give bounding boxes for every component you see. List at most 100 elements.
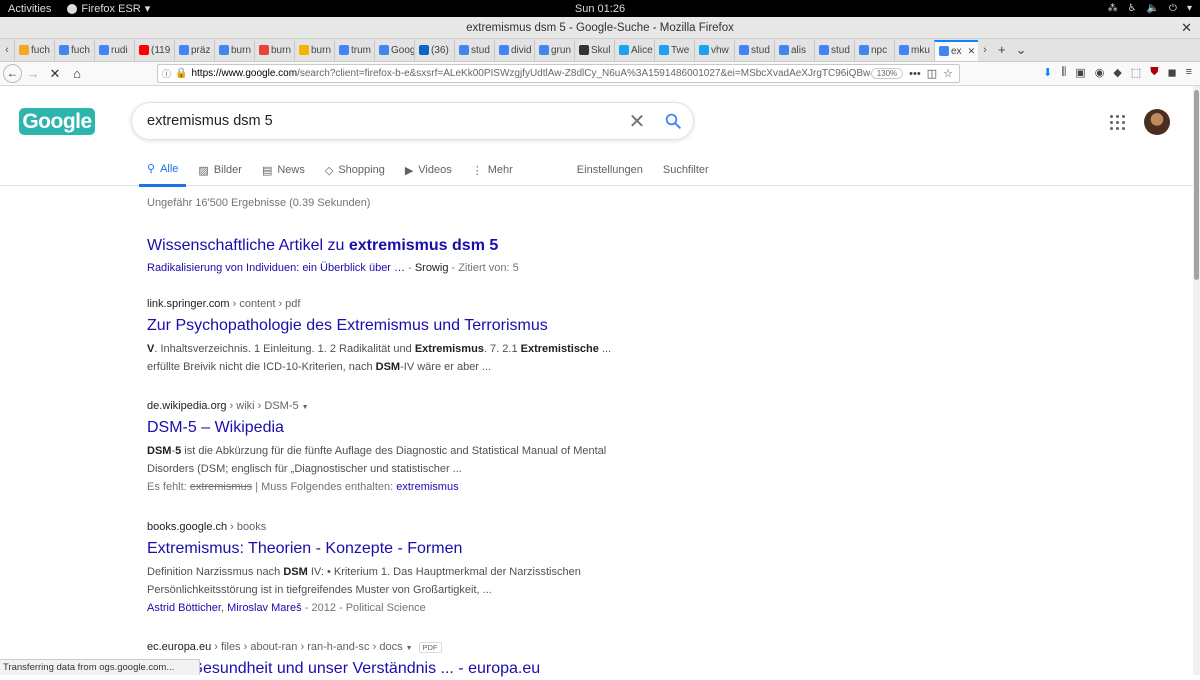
search-tab-shopping[interactable]: ◇Shopping xyxy=(317,158,393,187)
browser-tab[interactable]: mku xyxy=(894,40,934,61)
browser-tab[interactable]: (36) xyxy=(414,40,454,61)
search-icon[interactable] xyxy=(653,112,693,130)
tab-scroll-right-icon[interactable]: › xyxy=(978,44,992,56)
zoom-indicator[interactable]: 130% xyxy=(871,68,903,79)
browser-tab[interactable]: Twe xyxy=(654,40,694,61)
tab-label: stud xyxy=(831,45,850,56)
search-tab-bilder[interactable]: ▨Bilder xyxy=(190,158,250,187)
favicon-icon xyxy=(899,45,909,55)
stop-loading-icon[interactable]: ✕ xyxy=(44,66,66,82)
tab-label: stud xyxy=(751,45,770,56)
browser-tab[interactable]: burn xyxy=(214,40,254,61)
browser-tab[interactable]: stud xyxy=(814,40,854,61)
clock[interactable]: Sun 01:26 xyxy=(575,3,625,15)
pocket-icon[interactable]: ◫ xyxy=(927,67,937,80)
back-icon[interactable]: ← xyxy=(3,64,22,83)
search-box[interactable]: ✕ xyxy=(131,102,694,140)
favicon-icon xyxy=(339,45,349,55)
forward-icon[interactable]: → xyxy=(22,66,44,81)
browser-tab[interactable]: Alice xyxy=(614,40,654,61)
scholar-link[interactable]: Radikalisierung von Individuen: ein Über… xyxy=(147,262,405,274)
sidebar-icon[interactable]: ▣ xyxy=(1075,66,1085,79)
caret-down-icon[interactable]: ▼ xyxy=(406,645,413,652)
browser-tab[interactable]: (119 xyxy=(134,40,174,61)
browser-tab[interactable]: präz xyxy=(174,40,214,61)
app-menu[interactable]: Firefox ESR ▾ xyxy=(67,2,150,15)
result-title[interactable]: Zur Psychopathologie des Extremismus und… xyxy=(147,315,637,337)
downloads-icon[interactable]: ⬇ xyxy=(1043,66,1052,79)
tab-scroll-left-icon[interactable]: ‹ xyxy=(0,44,14,56)
browser-tab[interactable]: fuch xyxy=(14,40,54,61)
result-url[interactable]: books.google.ch › books xyxy=(147,521,637,533)
favicon-icon xyxy=(459,45,469,55)
result-title[interactable]: DSM-5 – Wikipedia xyxy=(147,417,637,439)
caret-down-icon[interactable]: ▼ xyxy=(302,404,309,411)
account-icon[interactable]: ◉ xyxy=(1095,66,1105,79)
url-bar[interactable]: ⓘ 🔒 https://www.google.com/search?client… xyxy=(157,64,960,83)
browser-tab[interactable]: grun xyxy=(534,40,574,61)
settings-link[interactable]: Einstellungen xyxy=(569,158,651,187)
browser-tab[interactable]: fuch xyxy=(54,40,94,61)
scholar-cited[interactable]: - Zitiert von: 5 xyxy=(448,262,518,274)
result-title[interactable]: Extremismus: Theorien - Konzepte - Forme… xyxy=(147,538,637,560)
favicon-icon xyxy=(699,45,709,55)
browser-tab[interactable]: Skul xyxy=(574,40,614,61)
browser-tab[interactable]: stud xyxy=(734,40,774,61)
home-icon[interactable]: ⌂ xyxy=(66,66,88,81)
tag-icon: ◇ xyxy=(325,164,333,177)
browser-tab[interactable]: stud xyxy=(454,40,494,61)
extension-icon[interactable]: ◆ xyxy=(1113,66,1121,79)
tab-label: Twe xyxy=(671,45,689,56)
favicon-icon xyxy=(939,46,949,56)
browser-tab[interactable]: vhw xyxy=(694,40,734,61)
google-doodle-logo[interactable]: Google xyxy=(19,108,95,135)
author-link[interactable]: Astrid Bötticher xyxy=(147,602,221,614)
search-input[interactable] xyxy=(147,113,621,129)
search-tab-alle[interactable]: ⚲Alle xyxy=(139,158,186,187)
browser-tab[interactable]: rudi xyxy=(94,40,134,61)
tab-list-icon[interactable]: ⌄ xyxy=(1016,42,1027,58)
scrollbar-thumb[interactable] xyxy=(1194,90,1199,280)
browser-tab[interactable]: alis xyxy=(774,40,814,61)
search-tab-mehr[interactable]: ⋮Mehr xyxy=(464,158,521,187)
result-url[interactable]: ec.europa.eu › files › about-ran › ran-h… xyxy=(147,641,637,653)
avatar[interactable] xyxy=(1144,109,1170,135)
result-url[interactable]: de.wikipedia.org › wiki › DSM-5▼ xyxy=(147,400,637,412)
activities-button[interactable]: Activities xyxy=(0,3,59,15)
ublock-icon[interactable]: ⛊ xyxy=(1150,66,1158,79)
library-icon[interactable]: ⫼ xyxy=(1061,66,1066,79)
page-scrollbar[interactable] xyxy=(1193,86,1200,675)
scholar-title[interactable]: Wissenschaftliche Artikel zu extremismus… xyxy=(147,235,637,257)
system-tray[interactable]: ⁂ ♿ 🔈 ⏻ ▾ xyxy=(1108,3,1192,14)
google-apps-icon[interactable] xyxy=(1110,115,1125,130)
new-tab-icon[interactable]: + xyxy=(998,42,1006,58)
info-icon[interactable]: ⓘ xyxy=(162,67,171,80)
browser-tab[interactable]: Goog xyxy=(374,40,414,61)
extension-icon-2[interactable]: ◼ xyxy=(1167,66,1176,79)
menu-icon[interactable]: ≡ xyxy=(1186,66,1192,79)
missing-terms: Es fehlt: extremismus | Muss Folgendes e… xyxy=(147,478,637,496)
screenshot-icon[interactable]: ⬚ xyxy=(1131,66,1141,79)
browser-tab[interactable]: divid xyxy=(494,40,534,61)
bookmark-star-icon[interactable]: ☆ xyxy=(943,67,953,80)
browser-tab[interactable]: npc xyxy=(854,40,894,61)
result-url[interactable]: link.springer.com › content › pdf xyxy=(147,298,637,310)
browser-tab[interactable]: burn xyxy=(294,40,334,61)
page-actions-icon[interactable]: ••• xyxy=(909,68,921,80)
firefox-icon xyxy=(67,4,77,14)
result-title[interactable]: ...che Gesundheit und unser Verständnis … xyxy=(147,658,637,680)
search-tab-news[interactable]: ▤News xyxy=(254,158,313,187)
scholar-author[interactable]: Srowig xyxy=(415,262,449,274)
lock-icon[interactable]: 🔒 xyxy=(175,68,187,79)
tools-link[interactable]: Suchfilter xyxy=(655,158,717,187)
browser-tab[interactable]: ex✕ xyxy=(934,40,978,61)
url-text[interactable]: https://www.google.com/search?client=fir… xyxy=(191,68,870,79)
must-include-link[interactable]: extremismus xyxy=(396,481,458,493)
browser-tab[interactable]: trum xyxy=(334,40,374,61)
browser-tab[interactable]: burn xyxy=(254,40,294,61)
search-tab-videos[interactable]: ▶Videos xyxy=(397,158,460,187)
author-link[interactable]: Miroslav Mareš xyxy=(227,602,302,614)
close-window-icon[interactable]: ✕ xyxy=(1181,17,1192,39)
close-tab-icon[interactable]: ✕ xyxy=(968,46,976,57)
clear-search-icon[interactable]: ✕ xyxy=(621,109,653,134)
